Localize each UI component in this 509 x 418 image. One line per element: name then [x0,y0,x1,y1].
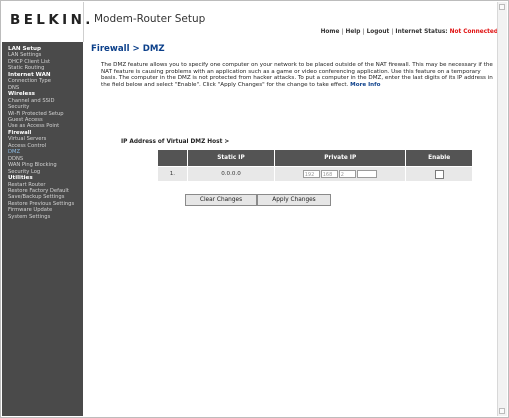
top-nav: Home | Help | Logout | Internet Status: Not Co… [321,29,498,35]
more-info-link[interactable]: More Info [350,82,380,88]
dmz-description: The DMZ feature allows you to specify on… [101,62,493,88]
dmz-table: Static IP Private IP Enable 1. 0.0.0.0 1… [157,149,473,182]
table-header-index [157,149,188,167]
app-title: Modem-Router Setup [94,13,206,25]
apply-changes-button[interactable]: Apply Changes [257,194,331,206]
private-ip-octet-2: 168 [320,170,338,178]
private-ip-octet-4-input[interactable] [356,170,377,178]
internet-status-value: Not Connected [449,29,498,35]
page-title: Firewall > DMZ [91,44,165,54]
table-row: 1. 0.0.0.0 192 168 2 [157,166,473,182]
clear-changes-button[interactable]: Clear Changes [185,194,257,206]
form-buttons: Clear Changes Apply Changes [185,186,331,206]
logout-link[interactable]: Logout [367,29,390,35]
browser-frame: BELKIN. Modem-Router Setup Home | Help | Log… [0,0,509,418]
main-content: Firewall > DMZ The DMZ feature allows yo… [91,44,499,206]
enable-dmz-checkbox[interactable] [434,169,444,179]
private-ip-octet-1: 192 [302,170,320,178]
header: BELKIN. Modem-Router Setup Home | Help | Log… [2,2,498,42]
help-link[interactable]: Help [346,29,361,35]
logo-area: BELKIN. [2,2,90,42]
vertical-scrollbar[interactable] [497,2,507,416]
enable-cell [405,166,473,182]
internet-status-label: Internet Status: [395,29,448,35]
row-index: 1. [157,166,188,182]
private-ip-cell: 192 168 2 [274,166,407,182]
static-ip-value: 0.0.0.0 [186,166,276,182]
table-header-enable: Enable [405,149,473,167]
description-text: The DMZ feature allows you to specify on… [101,62,493,88]
dmz-host-label: IP Address of Virtual DMZ Host > [121,139,230,145]
scroll-up-arrow-icon[interactable] [499,4,505,10]
sidebar-menu: LAN Setup LAN Settings DHCP Client List Sta… [2,42,83,220]
scroll-down-arrow-icon[interactable] [499,408,505,414]
private-ip-octet-3: 2 [338,170,356,178]
sidebar: LAN Setup LAN Settings DHCP Client List Sta… [2,42,83,416]
table-header-static-ip: Static IP [186,149,276,167]
table-header-private-ip: Private IP [274,149,407,167]
belkin-logo[interactable]: BELKIN. [10,12,94,28]
home-link[interactable]: Home [321,29,340,35]
sidebar-item-system-settings[interactable]: System Settings [8,214,83,220]
